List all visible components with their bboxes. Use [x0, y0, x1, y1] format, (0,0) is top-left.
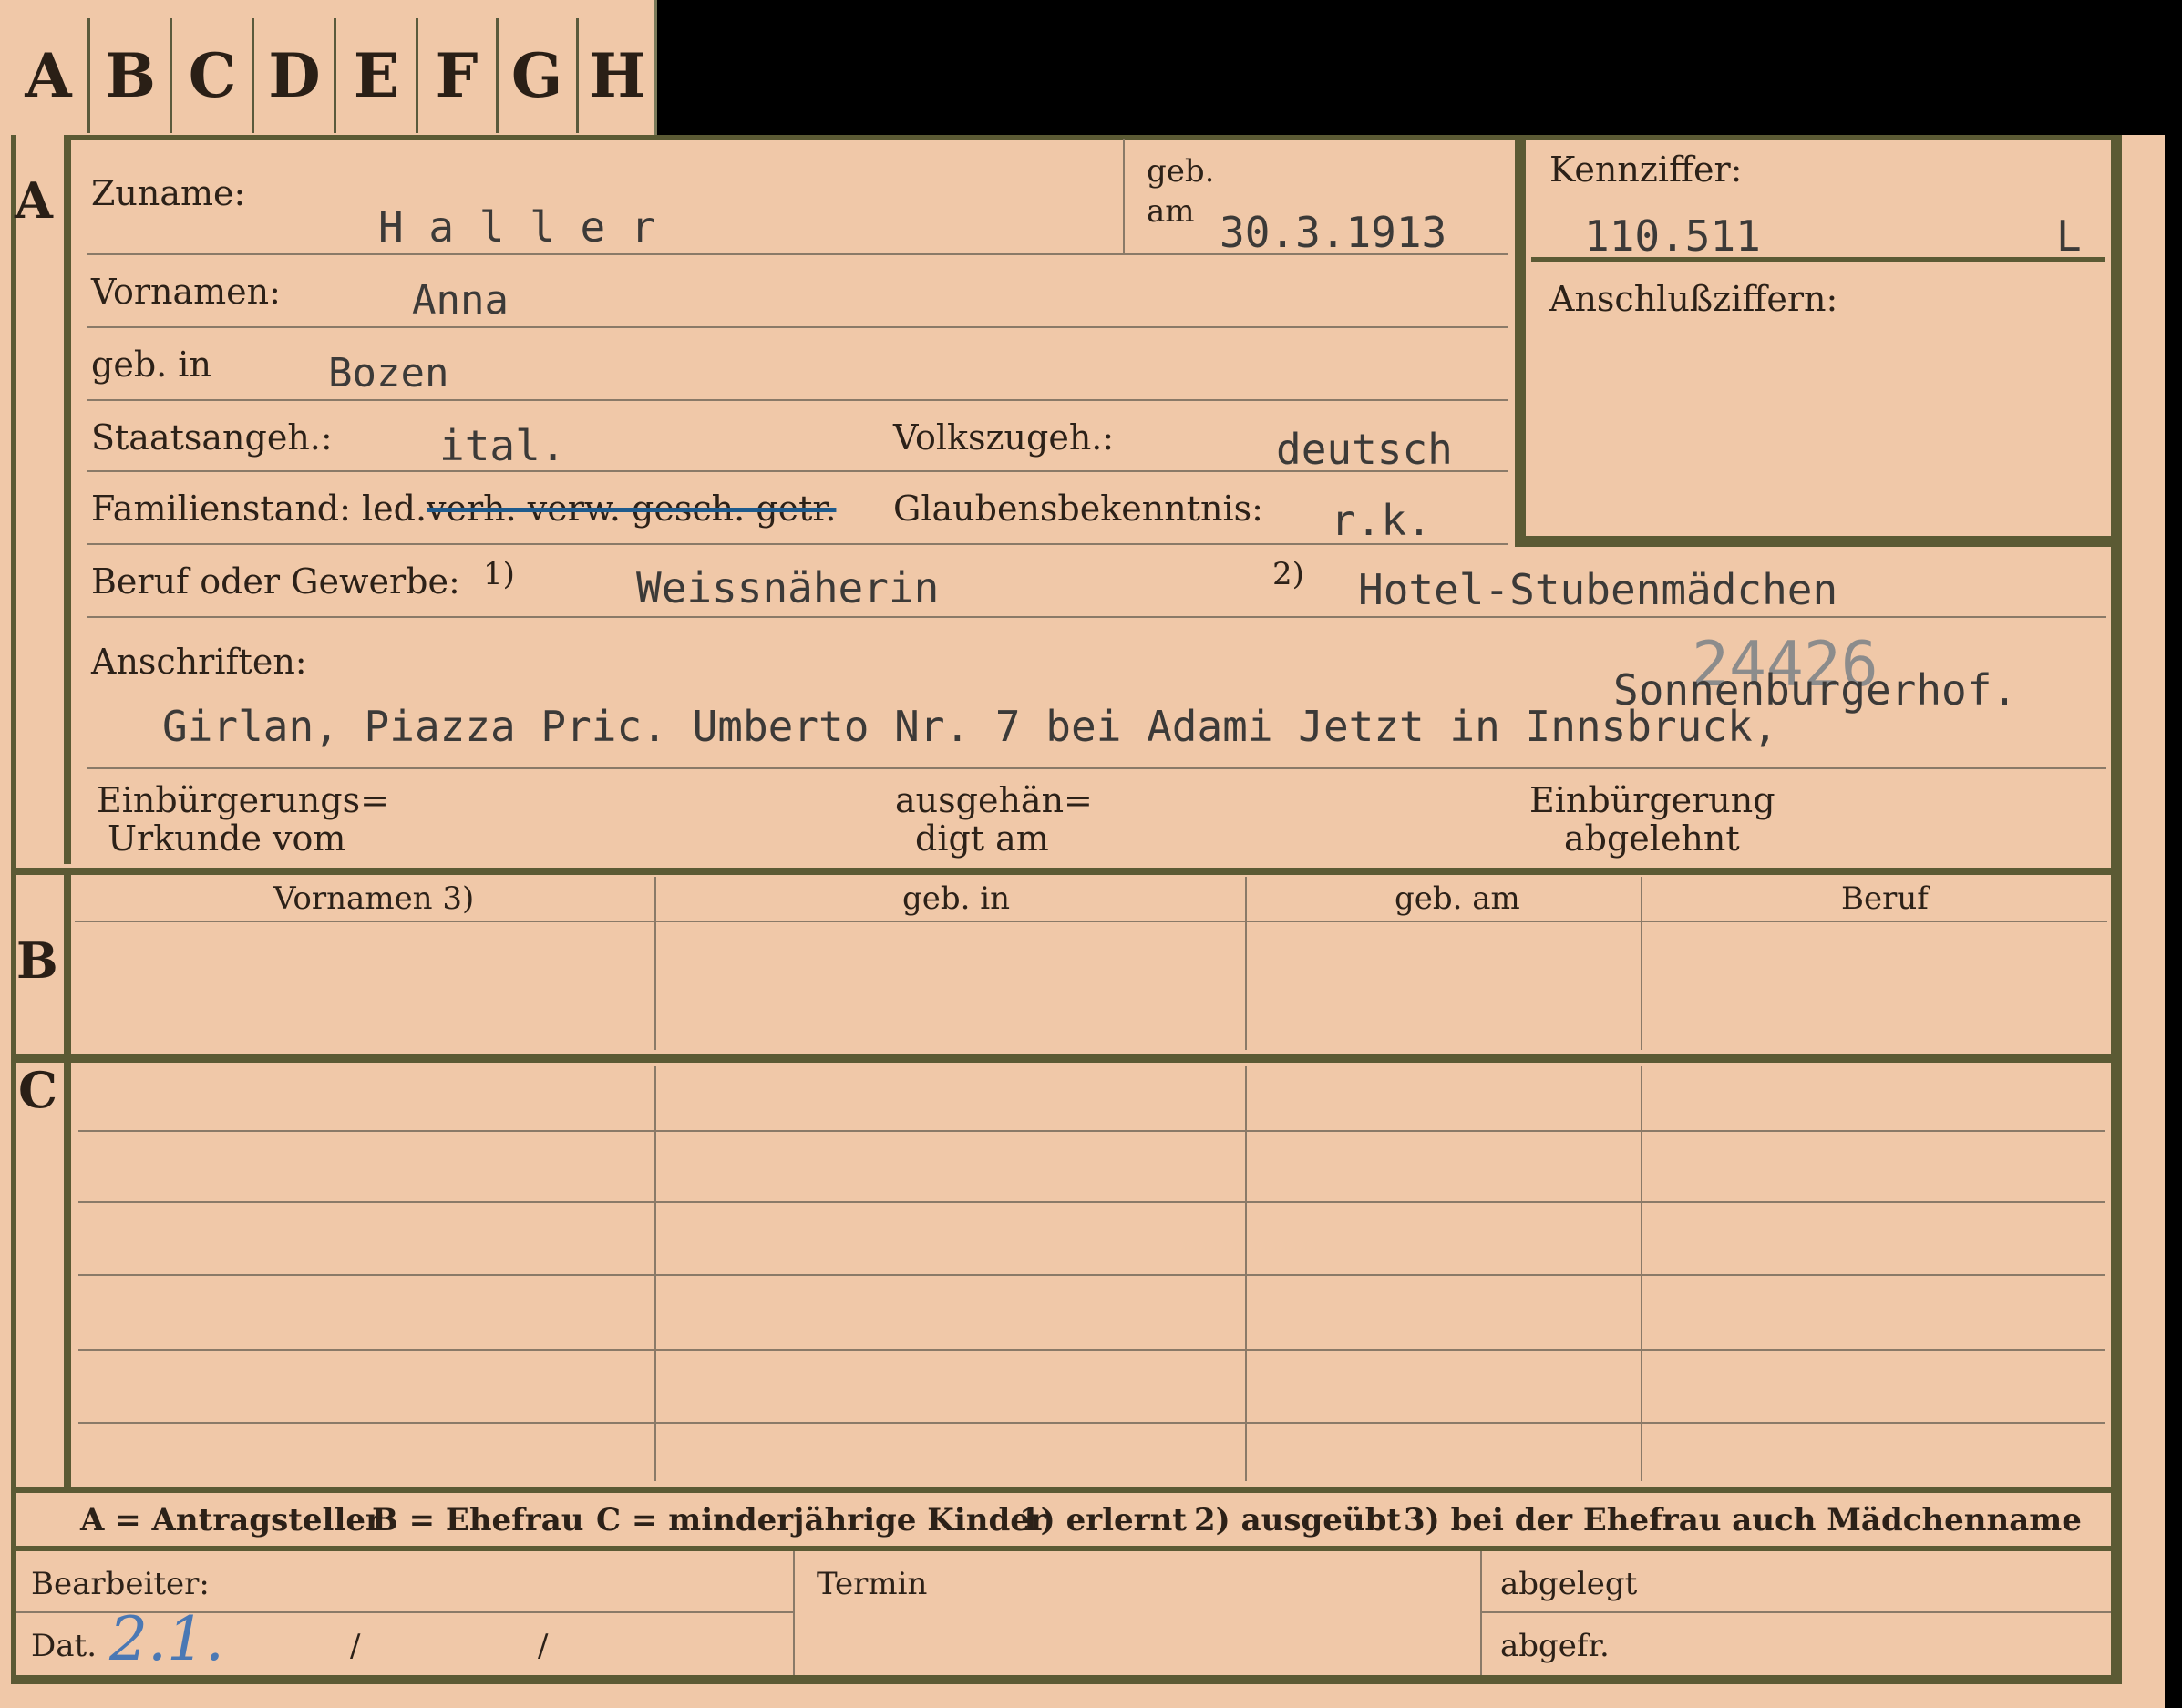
section-letter-a: A	[15, 171, 53, 230]
header-vornamen: Vornamen 3)	[273, 880, 475, 917]
frame-bc-divider	[11, 1054, 2122, 1063]
legend-kinder: C = minderjährige Kinder	[596, 1502, 1046, 1538]
tab-letter-f[interactable]: F	[417, 18, 499, 133]
footnote-1: 1)	[483, 556, 515, 592]
header-geb-in: geb. in	[902, 880, 1011, 917]
frame-left-a	[64, 135, 71, 864]
table-c-row1	[78, 1130, 2105, 1132]
tab-letter-g[interactable]: G	[498, 18, 579, 133]
bottom-divider-2	[1480, 1551, 1482, 1675]
value-volkszugeh[interactable]: deutsch	[1276, 425, 1453, 474]
table-b-col1	[654, 877, 656, 1050]
frame-legend-bottom	[11, 1546, 2122, 1551]
legend-antragsteller: A = Antragsteller	[80, 1502, 382, 1538]
label-beruf: Beruf oder Gewerbe:	[91, 561, 460, 602]
frame-left-c	[64, 1059, 71, 1487]
label-geb: geb.	[1147, 153, 1215, 190]
value-geb-am[interactable]: 30.3.1913	[1220, 208, 1446, 257]
rule-row1	[87, 253, 1508, 255]
tab-letter-b[interactable]: B	[91, 18, 172, 133]
value-anschrift-line2[interactable]: Girlan, Piazza Pric. Umberto Nr. 7 bei A…	[162, 702, 1777, 751]
label-ausgehaen: ausgehän=	[895, 780, 1093, 820]
label-urkunde-vom: Urkunde vom	[108, 818, 346, 859]
label-glaubensbekenntnis: Glaubensbekenntnis:	[893, 489, 1263, 529]
value-kennziffer[interactable]: 110.511	[1584, 211, 1761, 261]
value-kennziffer-suffix: L	[2056, 211, 2082, 261]
frame-right	[2111, 135, 2122, 1675]
tab-letter-d[interactable]: D	[255, 18, 336, 133]
rule-row6	[87, 616, 2106, 618]
value-glaubensbekenntnis[interactable]: r.k.	[1331, 496, 1432, 545]
table-c-row5	[78, 1422, 2105, 1424]
legend-ehefrau: B = Ehefrau	[372, 1502, 584, 1538]
tab-letter-h[interactable]: H	[578, 18, 656, 133]
bottom-rule-right	[1482, 1611, 2111, 1613]
header-geb-am: geb. am	[1395, 880, 1520, 917]
divider-geb-am	[1123, 139, 1125, 253]
label-staatsangeh: Staatsangeh.:	[91, 417, 333, 458]
rule-row7	[87, 767, 2106, 769]
tab-letter-a[interactable]: A	[9, 18, 90, 133]
label-kennziffer: Kennziffer:	[1549, 149, 1743, 190]
value-geb-in[interactable]: Bozen	[328, 350, 448, 396]
label-abgelehnt: abgelehnt	[1564, 818, 1740, 859]
value-beruf-1[interactable]: Weissnäherin	[636, 563, 939, 612]
rule-row5	[87, 543, 1508, 545]
value-staatsangeh[interactable]: ital.	[439, 421, 565, 470]
frame-outer-left	[11, 135, 16, 1684]
table-b-col2	[1245, 877, 1247, 1050]
rule-table-header	[75, 921, 2107, 922]
value-beruf-2[interactable]: Hotel-Stubenmädchen	[1358, 565, 1837, 614]
label-bearbeiter: Bearbeiter:	[31, 1566, 210, 1602]
value-zuname[interactable]: H a l l e r	[378, 202, 656, 252]
legend-maedchenname: 3) bei der Ehefrau auch Mädchenname	[1404, 1502, 2082, 1538]
tab-letter-c[interactable]: C	[173, 18, 254, 133]
footnote-2: 2)	[1272, 556, 1304, 592]
section-letter-b: B	[16, 931, 58, 990]
label-anschriften: Anschriften:	[91, 642, 307, 682]
frame-ab-divider	[11, 868, 2122, 875]
label-einbuergerungs: Einbürgerungs=	[97, 780, 389, 820]
frame-left-b	[64, 873, 71, 1055]
rule-row2	[87, 326, 1508, 328]
label-digt-am: digt am	[915, 818, 1049, 859]
section-letter-c: C	[18, 1061, 57, 1119]
label-zuname: Zuname:	[91, 173, 246, 213]
label-einbuergerung: Einbürgerung	[1529, 780, 1775, 820]
table-c-row3	[78, 1274, 2105, 1276]
label-familienstand: Familienstand: led.	[91, 489, 427, 529]
label-abgefr: abgefr.	[1500, 1628, 1610, 1664]
value-dat-handwritten[interactable]: 2.1.	[109, 1604, 224, 1674]
dat-slash-2: /	[538, 1628, 549, 1664]
table-c-row4	[78, 1349, 2105, 1351]
table-b-col3	[1641, 877, 1642, 1050]
frame-top	[64, 135, 2122, 140]
rule-row4	[87, 470, 1508, 472]
label-am: am	[1147, 193, 1195, 230]
frame-legend-top	[11, 1487, 2122, 1493]
label-geb-in: geb. in	[91, 345, 211, 385]
kennziffer-box-left	[1515, 137, 1526, 547]
label-vornamen: Vornamen:	[91, 272, 281, 312]
value-vornamen[interactable]: Anna	[412, 277, 509, 324]
label-termin: Termin	[817, 1566, 928, 1602]
label-anschlussziffern: Anschlußziffern:	[1549, 279, 1838, 319]
tab-letter-e[interactable]: E	[337, 18, 418, 133]
table-c-row2	[78, 1201, 2105, 1203]
legend-ausgeuebt: 2) ausgeübt	[1194, 1502, 1402, 1538]
dat-slash-1: /	[350, 1628, 361, 1664]
rule-row3	[87, 399, 1508, 401]
label-dat: Dat.	[31, 1628, 98, 1664]
legend-erlernt: 1) erlernt	[1019, 1502, 1188, 1538]
label-abgelegt: abgelegt	[1500, 1566, 1638, 1602]
frame-bottom	[11, 1675, 2122, 1684]
label-volkszugeh: Volkszugeh.:	[893, 417, 1115, 458]
familienstand-struck-options: verh. verw. gesch. getr.	[427, 489, 837, 529]
header-beruf: Beruf	[1841, 880, 1929, 917]
kennziffer-box-bottom	[1515, 536, 2113, 547]
bottom-divider-1	[793, 1551, 795, 1675]
letter-tab-strip: A B C D E F G H	[0, 0, 657, 135]
